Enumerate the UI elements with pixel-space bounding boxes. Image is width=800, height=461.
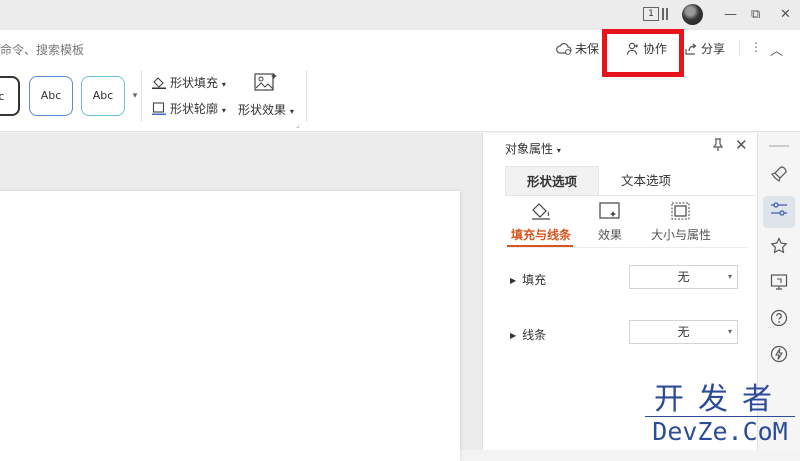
shape-fill-button[interactable]: 形状填充 ▾ <box>152 74 226 91</box>
paint-bucket-icon <box>152 77 166 89</box>
panel-title-dropdown[interactable]: 对象属性 ▾ <box>505 140 561 157</box>
object-properties-panel: 对象属性 ▾ ✕ 形状选项 文本选项 填充与线条 效果 大小与属性 ▶ 填充 无 … <box>482 133 757 450</box>
collaborate-button[interactable]: 协作 <box>626 40 667 57</box>
close-icon[interactable]: ✕ <box>735 136 748 154</box>
rocket-icon[interactable] <box>768 165 790 187</box>
more-options-icon[interactable]: ⋮ <box>750 40 762 54</box>
title-bar: 1 — ⧉ ✕ <box>0 0 800 30</box>
ribbon: 命令、搜索模板 未保 协作 分享 ⋮ ︿ bc Abc Abc ▾ 形状填充 ▾… <box>0 30 800 132</box>
canvas-area <box>0 133 482 461</box>
tab-text-options[interactable]: 文本选项 <box>601 166 691 196</box>
subtab-effects[interactable]: 效果 <box>598 226 622 243</box>
minimize-button[interactable]: — <box>724 7 737 23</box>
gallery-more-icon[interactable]: ▾ <box>130 73 140 119</box>
style-sample-2[interactable]: Abc <box>29 76 73 116</box>
subtab-size-properties[interactable]: 大小与属性 <box>651 226 711 243</box>
chevron-down-icon: ▾ <box>289 107 294 116</box>
drag-handle[interactable] <box>769 145 789 147</box>
fill-section-toggle[interactable]: ▶ 填充 <box>510 271 546 288</box>
share-button[interactable]: 分享 <box>684 40 725 57</box>
divider <box>306 70 307 122</box>
avatar[interactable] <box>682 4 703 25</box>
screen-share-icon[interactable] <box>768 273 790 295</box>
add-user-icon <box>626 42 638 55</box>
unsaved-status-button[interactable]: 未保 <box>556 40 599 57</box>
chevron-down-icon: ▾ <box>221 106 226 115</box>
right-sidebar <box>757 133 800 450</box>
style-sample-1[interactable]: bc <box>0 76 20 116</box>
caret-right-icon: ▶ <box>510 331 517 340</box>
pin-icon[interactable] <box>711 138 725 156</box>
help-icon[interactable] <box>768 309 790 331</box>
tab-divider <box>505 195 755 196</box>
panel-title: 对象属性 <box>505 142 554 156</box>
command-search-input[interactable]: 命令、搜索模板 <box>0 41 84 58</box>
fill-select[interactable]: 无 ▾ <box>629 265 738 289</box>
star-icon[interactable] <box>768 237 790 259</box>
fill-label: 填充 <box>522 273 547 287</box>
dialog-launcher-icon[interactable]: ⌟ <box>296 120 300 129</box>
fill-value: 无 <box>677 270 690 284</box>
fill-line-icon[interactable] <box>530 201 552 221</box>
window-count-badge[interactable]: 1 <box>643 7 659 21</box>
close-button[interactable]: ✕ <box>780 7 791 23</box>
window-list-icon[interactable] <box>662 8 668 20</box>
share-icon <box>685 43 697 55</box>
divider <box>505 247 747 248</box>
slide-canvas[interactable] <box>0 191 460 461</box>
chevron-down-icon: ▾ <box>727 272 732 281</box>
chevron-down-icon: ▾ <box>221 80 226 89</box>
line-label: 线条 <box>522 328 547 342</box>
restore-button[interactable]: ⧉ <box>751 7 760 23</box>
divider <box>739 40 740 56</box>
collapse-ribbon-icon[interactable]: ︿ <box>770 40 783 59</box>
line-select[interactable]: 无 ▾ <box>629 320 738 344</box>
line-section-toggle[interactable]: ▶ 线条 <box>510 326 546 343</box>
shape-fill-label: 形状填充 <box>170 76 219 90</box>
chevron-down-icon: ▾ <box>727 327 732 336</box>
shape-outline-button[interactable]: 形状轮廓 ▾ <box>152 100 226 117</box>
shape-outline-icon <box>152 102 166 115</box>
shape-effect-label: 形状效果 <box>238 103 287 117</box>
unsaved-label: 未保 <box>575 42 600 56</box>
collaborate-label: 协作 <box>643 42 668 56</box>
effects-icon[interactable] <box>599 201 621 221</box>
caret-right-icon: ▶ <box>510 276 517 285</box>
size-properties-icon[interactable] <box>670 201 692 221</box>
shape-effect-button[interactable]: 形状效果 ▾ <box>238 101 294 118</box>
divider <box>141 70 142 122</box>
subtab-fill-line[interactable]: 填充与线条 <box>511 226 571 243</box>
cloud-icon <box>556 42 572 55</box>
tab-shape-options[interactable]: 形状选项 <box>505 166 599 196</box>
share-label: 分享 <box>701 42 726 56</box>
lightning-icon[interactable] <box>768 345 790 367</box>
line-value: 无 <box>677 325 690 339</box>
chevron-down-icon: ▾ <box>556 146 561 155</box>
shape-outline-label: 形状轮廓 <box>170 102 219 116</box>
sliders-icon[interactable] <box>763 196 795 228</box>
style-sample-3[interactable]: Abc <box>81 76 125 116</box>
shape-effect-icon[interactable] <box>254 72 278 97</box>
